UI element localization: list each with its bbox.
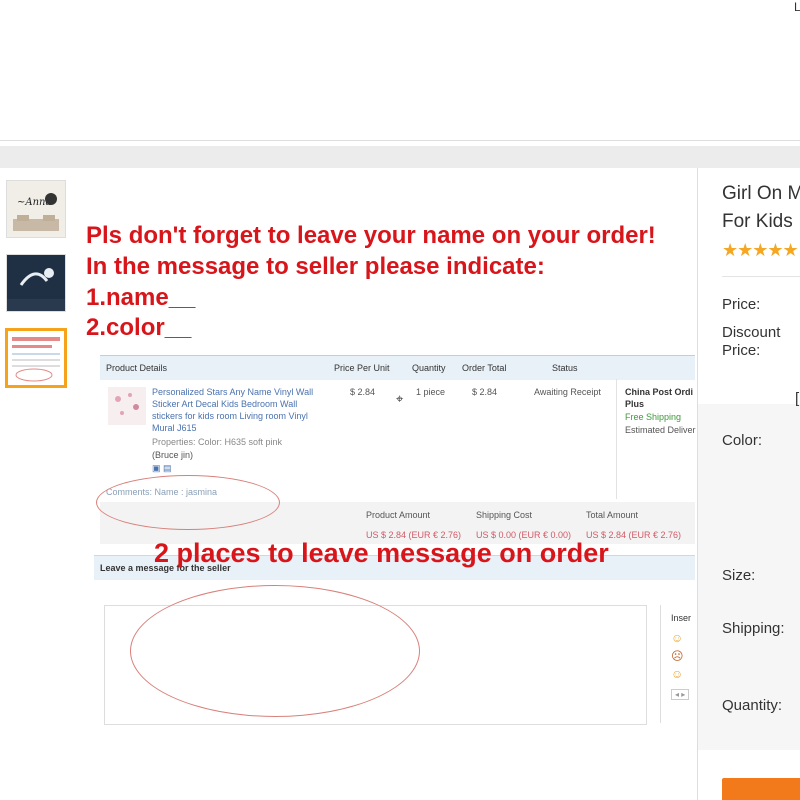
product-line-3: stickers for kids room Living room Vinyl — [152, 411, 308, 421]
discount-price-label-1: Discount — [722, 324, 781, 341]
header-product-details: Product Details — [106, 363, 168, 373]
product-thumbnail — [108, 387, 146, 425]
summary-product-amount-label: Product Amount — [366, 510, 431, 520]
header-corner-text[interactable]: L — [794, 0, 800, 14]
instruction-line-3: 1.name__ — [86, 284, 196, 311]
option-bracket: [ — [795, 390, 800, 407]
product-properties: Properties: Color: H635 soft pink — [152, 437, 283, 447]
header-price-per-unit: Price Per Unit — [334, 363, 390, 373]
header-order-total: Order Total — [462, 363, 507, 373]
price-per-unit-value: $ 2.84 — [350, 387, 376, 397]
product-line-4: Mural J615 — [152, 423, 197, 433]
move-cursor-icon: ⌖ — [396, 391, 404, 406]
header-divider — [0, 140, 800, 141]
product-title: Girl On M For Kids — [722, 180, 800, 236]
instruction-line-1: Pls don't forget to leave your name on y… — [86, 222, 656, 249]
info-separator — [722, 276, 800, 277]
free-shipping-label: Free Shipping — [625, 412, 682, 422]
summary-shipping-cost-label: Shipping Cost — [476, 510, 533, 520]
color-label: Color: — [722, 432, 763, 449]
thumbnail-1[interactable]: ~Anna — [6, 180, 66, 238]
order-table-header: Product Details Price Per Unit Quantity … — [100, 355, 695, 380]
product-title-line-1: Girl On M — [722, 183, 800, 204]
thumbnail-2[interactable] — [6, 254, 66, 312]
quantity-value: 1 piece — [416, 387, 446, 397]
two-places-banner: 2 places to leave message on order — [154, 538, 609, 568]
buyer-name: (Bruce jin) — [152, 450, 194, 460]
angry-face-icon[interactable]: ☹ — [671, 649, 684, 663]
shipping-label: Shipping: — [722, 620, 785, 637]
product-line-1: Personalized Stars Any Name Vinyl Wall — [152, 387, 314, 397]
shipping-method: China Post Ordi — [625, 387, 694, 397]
thumbnail-3-image — [8, 331, 64, 385]
thumbnail-1-image: ~Anna — [7, 181, 65, 237]
estimated-delivery: Estimated Deliver — [625, 425, 696, 435]
quantity-label: Quantity: — [722, 697, 783, 714]
buy-now-button[interactable] — [722, 778, 800, 800]
header-status: Status — [552, 363, 578, 373]
smiley-icon[interactable]: ☺ — [671, 631, 683, 645]
product-line-2: Sticker Art Decal Kids Bedroom Wall — [152, 399, 298, 409]
order-action-icons: ▣ ▤ — [152, 463, 172, 473]
summary-total-amount-label: Total Amount — [586, 510, 639, 520]
top-header — [0, 0, 800, 140]
wink-face-icon[interactable]: ☺ — [671, 667, 683, 681]
instruction-line-2: In the message to seller please indicate… — [86, 253, 545, 280]
status-value: Awaiting Receipt — [534, 387, 601, 397]
price-label: Price: — [722, 296, 761, 313]
order-table-screenshot: Product Details Price Per Unit Quantity … — [94, 355, 696, 725]
insert-label: Inser — [671, 613, 692, 623]
product-title-line-2: For Kids — [722, 211, 793, 232]
main-product-image[interactable]: Pls don't forget to leave your name on y… — [80, 180, 696, 740]
column-divider — [616, 379, 617, 499]
breadcrumb-strip — [0, 146, 800, 168]
thumbnail-3-selected[interactable] — [5, 328, 67, 388]
emoticon-panel: Inser ☺ ☹ ☺ ◂ ▸ — [660, 605, 701, 723]
instruction-line-4: 2.color__ — [86, 314, 192, 341]
rating-stars[interactable]: ★★★★★ — [722, 240, 799, 261]
shipping-method-2: Plus — [625, 399, 645, 409]
size-label: Size: — [722, 567, 756, 584]
comments-highlight-circle — [96, 475, 280, 530]
discount-price-label-2: Price: — [722, 342, 761, 359]
emoticon-scroll-arrows[interactable]: ◂ ▸ — [671, 689, 690, 700]
thumbnail-2-image — [7, 255, 65, 311]
header-quantity: Quantity — [412, 363, 446, 373]
order-total-value: $ 2.84 — [472, 387, 498, 397]
message-box-highlight-circle — [130, 585, 420, 717]
